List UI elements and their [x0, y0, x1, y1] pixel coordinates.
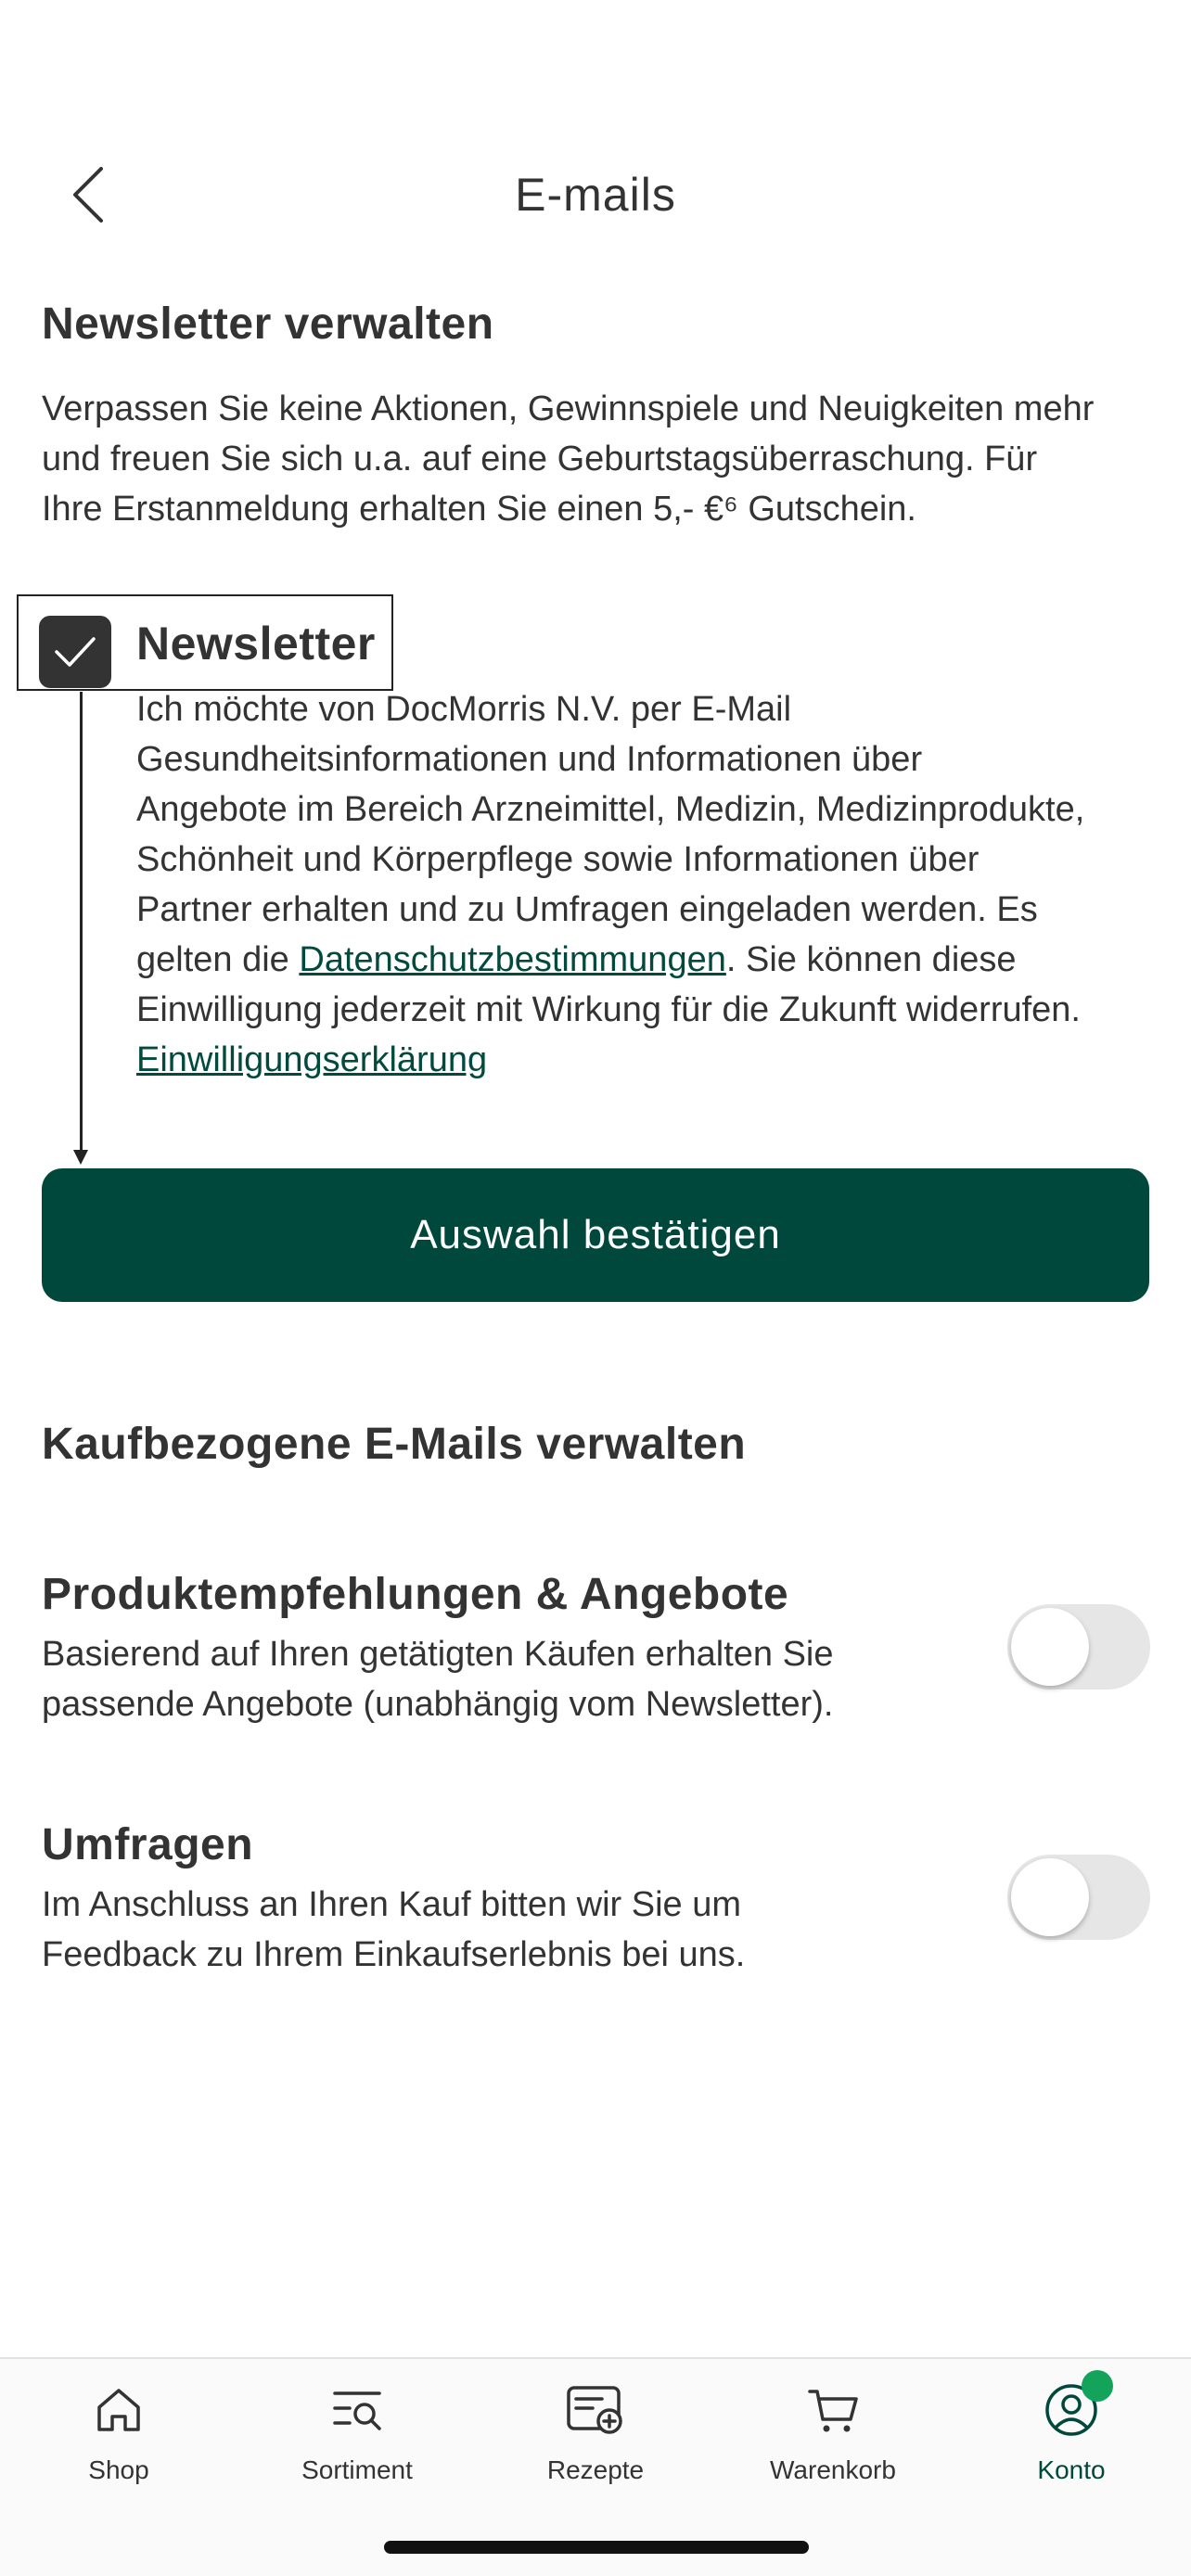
- page-title: E-mails: [515, 169, 676, 221]
- desc-line: Basierend auf Ihren getätigten Käufen er…: [42, 1635, 834, 1674]
- prescription-add-icon: [563, 2378, 628, 2442]
- nav-label: Shop: [88, 2455, 149, 2484]
- desc-line: Im Anschluss an Ihren Kauf bitten wir Si…: [42, 1885, 742, 1924]
- product-recommendations-desc: Basierend auf Ihren getätigten Käufen er…: [42, 1629, 969, 1729]
- intro-line: Verpassen Sie keine Aktionen, Gewinnspie…: [42, 389, 1095, 428]
- product-recommendations-title: Produktempfehlungen & Angebote: [42, 1570, 789, 1619]
- surveys-toggle[interactable]: [1007, 1855, 1150, 1940]
- newsletter-checkbox-label[interactable]: Newsletter: [136, 617, 376, 670]
- consent-line: Schönheit und Körperpflege sowie Informa…: [136, 840, 980, 879]
- nav-item-warenkorb[interactable]: Warenkorb: [740, 2378, 926, 2507]
- newsletter-consent-text: Ich möchte von DocMorris N.V. per E-Mail…: [136, 684, 1166, 1085]
- annotation-line: [80, 692, 83, 1154]
- product-recommendations-toggle[interactable]: [1007, 1604, 1150, 1690]
- purchase-emails-section-title: Kaufbezogene E-Mails verwalten: [42, 1420, 747, 1469]
- newsletter-section-title: Newsletter verwalten: [42, 300, 494, 349]
- consent-line: gelten die Datenschutzbestimmungen. Sie …: [136, 935, 1166, 985]
- nav-item-rezepte[interactable]: Rezepte: [503, 2378, 688, 2507]
- privacy-policy-link[interactable]: Datenschutzbestimmungen: [299, 940, 725, 979]
- consent-declaration-link[interactable]: Einwilligungserklärung: [136, 1040, 487, 1079]
- consent-line: Einwilligung jederzeit mit Wirkung für d…: [136, 990, 1081, 1029]
- toggle-knob: [1011, 1608, 1089, 1686]
- desc-line: passende Angebote (unabhängig vom Newsle…: [42, 1685, 834, 1724]
- status-bar: [0, 0, 1191, 130]
- annotation-arrow-icon: [73, 1150, 88, 1165]
- nav-label: Warenkorb: [770, 2455, 896, 2484]
- home-indicator: [384, 2541, 809, 2554]
- catalog-search-icon: [325, 2378, 390, 2442]
- toggle-knob: [1011, 1858, 1089, 1936]
- consent-line: Angebote im Bereich Arzneimittel, Medizi…: [136, 790, 1085, 829]
- account-icon: [1039, 2370, 1113, 2442]
- consent-line: Partner erhalten und zu Umfragen eingela…: [136, 890, 1038, 929]
- intro-line: und freuen Sie sich u.a. auf eine Geburt…: [42, 440, 1038, 478]
- consent-line-suffix: . Sie können diese: [725, 940, 1017, 979]
- newsletter-checkbox[interactable]: [39, 616, 111, 688]
- desc-line: Feedback zu Ihrem Einkaufserlebnis bei u…: [42, 1935, 746, 1974]
- surveys-title: Umfragen: [42, 1820, 254, 1869]
- confirm-selection-button[interactable]: Auswahl bestätigen: [42, 1168, 1149, 1302]
- nav-item-sortiment[interactable]: Sortiment: [264, 2378, 450, 2507]
- consent-line-prefix: gelten die: [136, 940, 300, 979]
- nav-label: Konto: [1037, 2455, 1106, 2484]
- nav-label: Rezepte: [546, 2455, 645, 2484]
- nav-item-shop[interactable]: Shop: [26, 2378, 211, 2507]
- home-icon: [86, 2378, 151, 2442]
- surveys-desc: Im Anschluss an Ihren Kauf bitten wir Si…: [42, 1880, 969, 1980]
- header: E-mails: [0, 139, 1191, 250]
- nav-label: Sortiment: [301, 2455, 413, 2484]
- consent-line: Gesundheitsinformationen und Information…: [136, 740, 923, 779]
- nav-item-konto[interactable]: Konto: [979, 2370, 1164, 2507]
- checkmark-icon: [55, 637, 96, 667]
- notification-badge: [1082, 2370, 1113, 2402]
- intro-line: Ihre Erstanmeldung erhalten Sie einen 5,…: [42, 490, 916, 529]
- cart-icon: [800, 2378, 865, 2442]
- newsletter-intro: Verpassen Sie keine Aktionen, Gewinnspie…: [42, 384, 1155, 534]
- consent-line: Ich möchte von DocMorris N.V. per E-Mail: [136, 690, 792, 729]
